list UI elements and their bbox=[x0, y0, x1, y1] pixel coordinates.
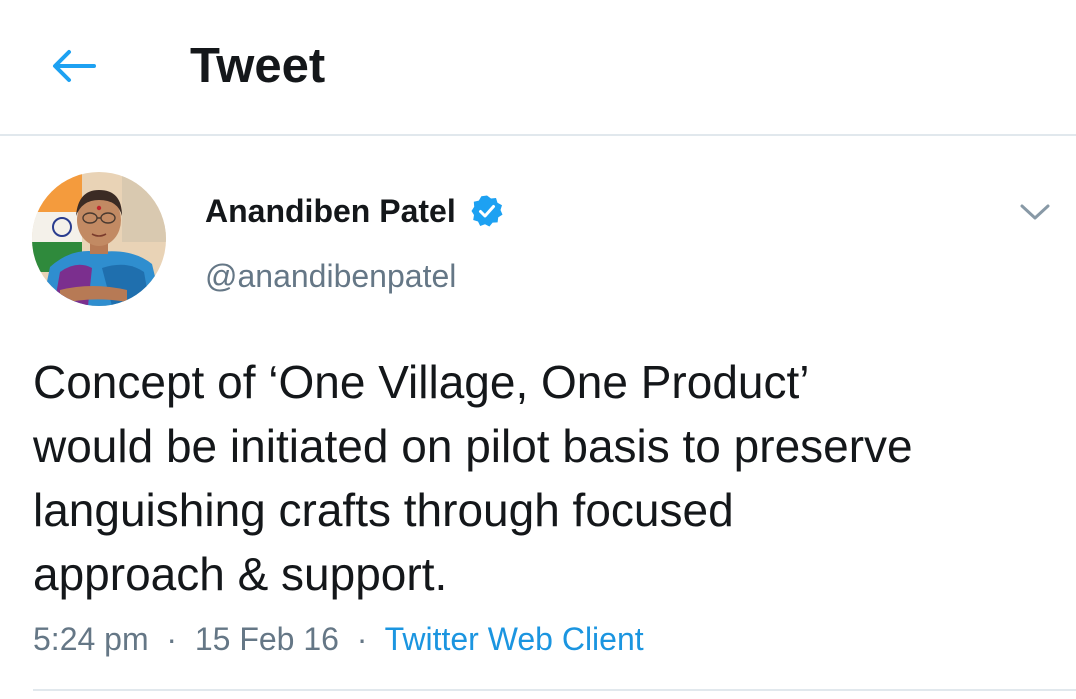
chevron-down-icon bbox=[1020, 204, 1050, 220]
author-handle[interactable]: @anandibenpatel bbox=[205, 256, 456, 296]
page-title: Tweet bbox=[190, 39, 326, 93]
tweet-text: Concept of ‘One Village, One Product’ wo… bbox=[33, 350, 1043, 606]
tweet-time: 5:24 pm bbox=[33, 621, 149, 657]
meta-separator: · bbox=[347, 621, 377, 657]
author-name-row[interactable]: Anandiben Patel bbox=[205, 191, 504, 231]
meta-separator: · bbox=[157, 621, 186, 657]
tweet-text-line: would be initiated on pilot basis to pre… bbox=[33, 420, 913, 472]
avatar[interactable] bbox=[32, 172, 166, 306]
top-app-bar: Tweet bbox=[0, 0, 1076, 136]
arrow-left-icon bbox=[53, 50, 96, 82]
profile-photo-image bbox=[32, 172, 166, 306]
tweet-text-line: approach & support. bbox=[33, 548, 448, 600]
tweet-detail-screen: Tweet Anandiben Patel @anandibenpatel Co… bbox=[0, 0, 1076, 699]
tweet-date: 15 Feb 16 bbox=[194, 621, 339, 657]
tweet: Anandiben Patel @anandibenpatel Concept … bbox=[0, 136, 1076, 699]
divider bbox=[33, 689, 1076, 691]
author-name: Anandiben Patel bbox=[205, 193, 456, 229]
tweet-menu-button[interactable] bbox=[1012, 192, 1058, 232]
tweet-metadata: 5:24 pm · 15 Feb 16 · Twitter Web Client bbox=[33, 619, 644, 659]
verified-badge-icon bbox=[471, 195, 503, 227]
tweet-source-link[interactable]: Twitter Web Client bbox=[385, 621, 644, 657]
tweet-text-line: languishing crafts through focused bbox=[33, 484, 734, 536]
tweet-text-line: Concept of ‘One Village, One Product’ bbox=[33, 356, 810, 408]
back-button[interactable] bbox=[40, 32, 108, 100]
